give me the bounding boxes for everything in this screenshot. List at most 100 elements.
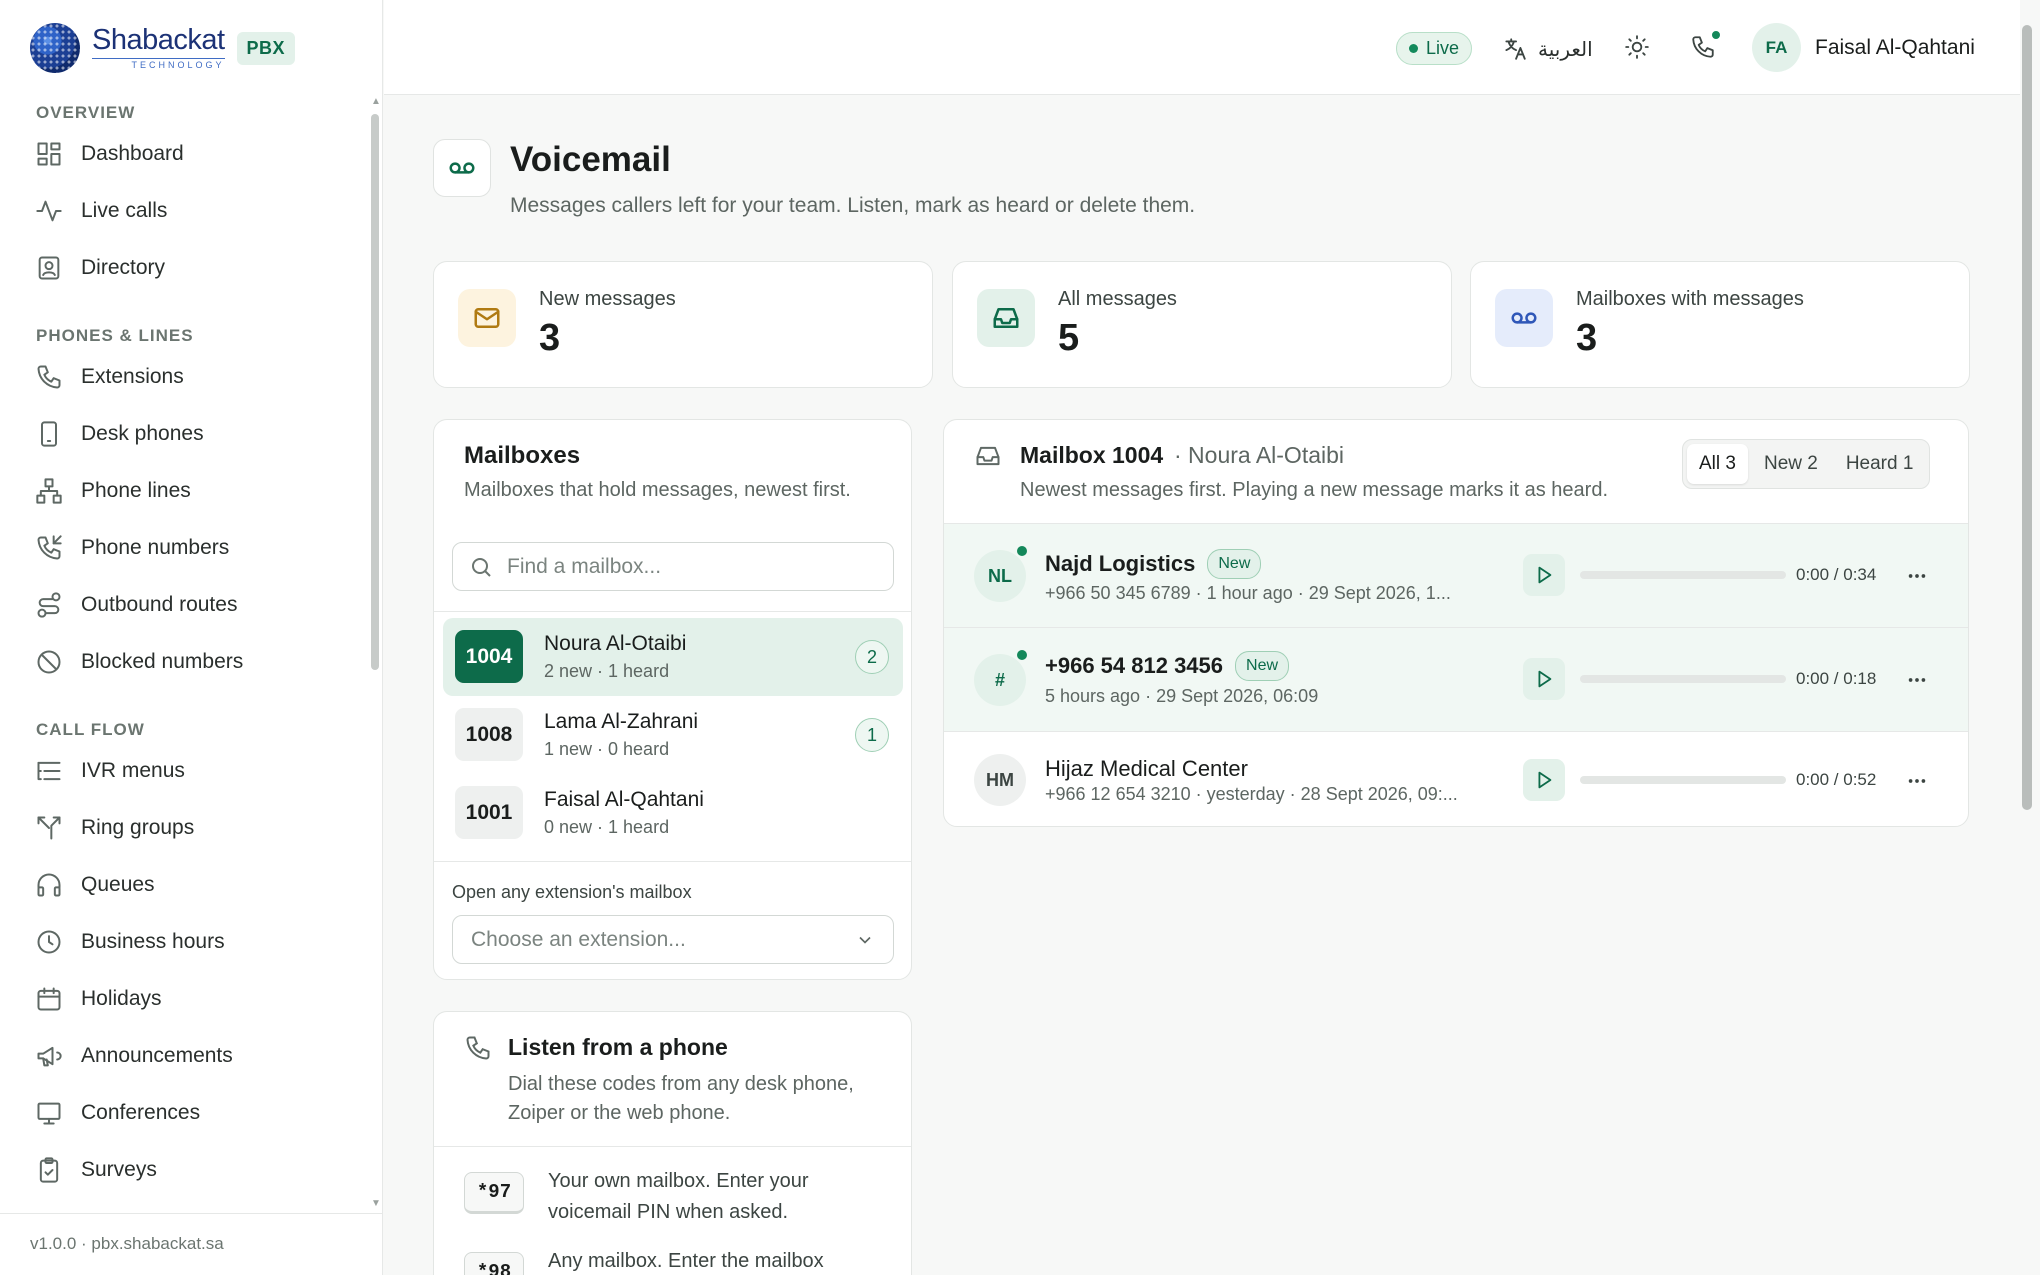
more-options-button[interactable] <box>1904 768 1930 794</box>
play-button[interactable] <box>1523 554 1565 596</box>
play-icon <box>1538 771 1552 789</box>
page-title: Voicemail <box>510 140 671 179</box>
topbar: Live العربية FA Faisal Al-Qahtani <box>384 0 2020 95</box>
sidebar-item-outbound-routes[interactable]: Outbound routes <box>0 576 370 633</box>
mailboxes-title: Mailboxes <box>464 442 581 469</box>
ban-icon <box>37 650 61 673</box>
listen-subtitle: Dial these codes from any desk phone, Zo… <box>508 1073 854 1124</box>
sidebar-item-ivr-menus[interactable]: IVR menus <box>0 742 370 799</box>
sun-icon <box>1625 35 1649 59</box>
sidebar-item-label: Extensions <box>81 364 184 388</box>
more-options-button[interactable] <box>1904 667 1930 693</box>
play-button[interactable] <box>1523 759 1565 801</box>
tab-all[interactable]: All 3 <box>1687 444 1748 484</box>
phone-icon <box>37 365 61 388</box>
mailbox-title: Mailbox 1004 <box>1020 442 1164 468</box>
messages-panel: Mailbox 1004 · Noura Al-Otaibi Newest me… <box>943 419 1969 827</box>
sidebar-scroll-thumb[interactable] <box>371 114 379 670</box>
sidebar-item-extensions[interactable]: Extensions <box>0 348 370 405</box>
sidebar-item-blocked-numbers[interactable]: Blocked numbers <box>0 633 370 690</box>
message-row[interactable]: NL Najd Logistics New +966 50 345 6789 ·… <box>944 523 1968 627</box>
caller-name: Hijaz Medical Center <box>1045 756 1248 781</box>
more-options-button[interactable] <box>1904 563 1930 589</box>
stat-value: 3 <box>539 317 561 359</box>
sidebar-item-conferences[interactable]: Conferences <box>0 1084 370 1141</box>
sidebar-item-holidays[interactable]: Holidays <box>0 970 370 1027</box>
listen-title: Listen from a phone <box>508 1034 728 1060</box>
clipboard-icon <box>39 1156 59 1183</box>
route-icon <box>37 591 61 618</box>
brand-name: Shabackat <box>92 24 225 56</box>
sidebar-item-label: Business hours <box>81 929 225 953</box>
mailboxes-subtitle: Mailboxes that hold messages, newest fir… <box>464 479 851 501</box>
mailbox-new-count: 2 <box>855 640 889 674</box>
sidebar-item-ring-groups[interactable]: Ring groups <box>0 799 370 856</box>
caller-name: +966 54 812 3456 <box>1045 653 1224 678</box>
play-button[interactable] <box>1523 658 1565 700</box>
message-row[interactable]: # +966 54 812 3456 New 5 hours ago · 29 … <box>944 627 1968 731</box>
voicemail-icon <box>449 162 475 174</box>
nav-section-phones-lines: PHONES & LINES <box>36 326 194 345</box>
mailbox-meta: 1 new · 0 heard <box>544 739 670 759</box>
sidebar-item-label: Blocked numbers <box>81 649 244 673</box>
sidebar-item-phone-lines[interactable]: Phone lines <box>0 462 370 519</box>
scroll-up-arrow-icon[interactable]: ▲ <box>371 96 381 107</box>
sidebar-item-queues[interactable]: Queues <box>0 856 370 913</box>
version-footer: v1.0.0 · pbx.shabackat.sa <box>0 1213 383 1275</box>
inbox-icon <box>993 308 1019 328</box>
user-menu[interactable]: FA Faisal Al-Qahtani <box>1752 23 1975 72</box>
sidebar-item-label: Surveys <box>81 1157 157 1181</box>
mailbox-owner-name: · Noura Al-Otaibi <box>1174 442 1345 468</box>
mailbox-item-1008[interactable]: 1008 Lama Al-Zahrani 1 new · 0 heard 1 <box>443 696 903 774</box>
phone-online-dot <box>1710 29 1722 41</box>
divider <box>434 861 911 862</box>
web-phone-button[interactable] <box>1690 29 1722 65</box>
sidebar-item-label: Outbound routes <box>81 592 238 616</box>
tab-heard[interactable]: Heard 1 <box>1834 444 1926 484</box>
sidebar-item-business-hours[interactable]: Business hours <box>0 913 370 970</box>
page-icon <box>433 139 491 197</box>
sidebar-nav: OVERVIEW Dashboard Live calls Directory … <box>0 95 370 1205</box>
mailbox-item-1004[interactable]: 1004 Noura Al-Otaibi 2 new · 1 heard 2 <box>443 618 903 696</box>
sidebar-item-desk-phones[interactable]: Desk phones <box>0 405 370 462</box>
tab-new[interactable]: New 2 <box>1752 444 1830 484</box>
brand-logo[interactable]: Shabackat TECHNOLOGY PBX <box>30 18 296 78</box>
user-name: Faisal Al-Qahtani <box>1815 35 1975 59</box>
sidebar-item-label: Conferences <box>81 1100 201 1124</box>
sidebar-item-dashboard[interactable]: Dashboard <box>0 125 370 182</box>
sidebar-item-label: Ring groups <box>81 815 195 839</box>
audio-progress-track[interactable] <box>1580 776 1786 784</box>
sidebar-item-label: Phone lines <box>81 478 191 502</box>
page-scrollbar-thumb[interactable] <box>2022 25 2032 810</box>
caller-name: Najd Logistics <box>1045 551 1196 576</box>
message-filter-tabs: All 3 New 2 Heard 1 <box>1682 439 1931 489</box>
sidebar-item-label: Holidays <box>81 986 162 1010</box>
caller-name-row: +966 54 812 3456 New <box>1045 651 1290 681</box>
sidebar-item-surveys[interactable]: Surveys <box>0 1141 370 1198</box>
language-switch[interactable]: العربية <box>1502 30 1593 68</box>
stat-card-all-messages: All messages 5 <box>952 261 1452 388</box>
mailbox-search[interactable] <box>452 542 894 591</box>
sidebar-item-directory[interactable]: Directory <box>0 239 370 296</box>
audio-progress-track[interactable] <box>1580 571 1786 579</box>
scroll-down-arrow-icon[interactable]: ▼ <box>371 1198 381 1209</box>
sidebar-item-announcements[interactable]: Announcements <box>0 1027 370 1084</box>
sidebar-item-phone-numbers[interactable]: Phone numbers <box>0 519 370 576</box>
mail-icon <box>474 308 500 328</box>
device-icon <box>41 420 57 447</box>
avatar: FA <box>1752 23 1801 72</box>
divider <box>434 1146 911 1147</box>
sidebar-item-live-calls[interactable]: Live calls <box>0 182 370 239</box>
message-row[interactable]: HM Hijaz Medical Center +966 12 654 3210… <box>944 731 1968 826</box>
extension-select[interactable]: Choose an extension... <box>452 915 894 964</box>
logo-globe-icon <box>30 23 80 73</box>
theme-toggle[interactable] <box>1624 34 1650 65</box>
stat-card-mailboxes-with-messages: Mailboxes with messages 3 <box>1470 261 1970 388</box>
dial-code-description: Your own mailbox. Enter your voicemail P… <box>548 1170 809 1223</box>
sidebar-scrollbar[interactable]: ▲ ▼ <box>371 96 381 1209</box>
contact-icon <box>38 256 60 279</box>
audio-progress-track[interactable] <box>1580 675 1786 683</box>
mailbox-item-1001[interactable]: 1001 Faisal Al-Qahtani 0 new · 1 heard <box>443 774 903 852</box>
mailbox-search-input[interactable] <box>507 554 887 579</box>
sidebar-item-label: Queues <box>81 872 155 896</box>
